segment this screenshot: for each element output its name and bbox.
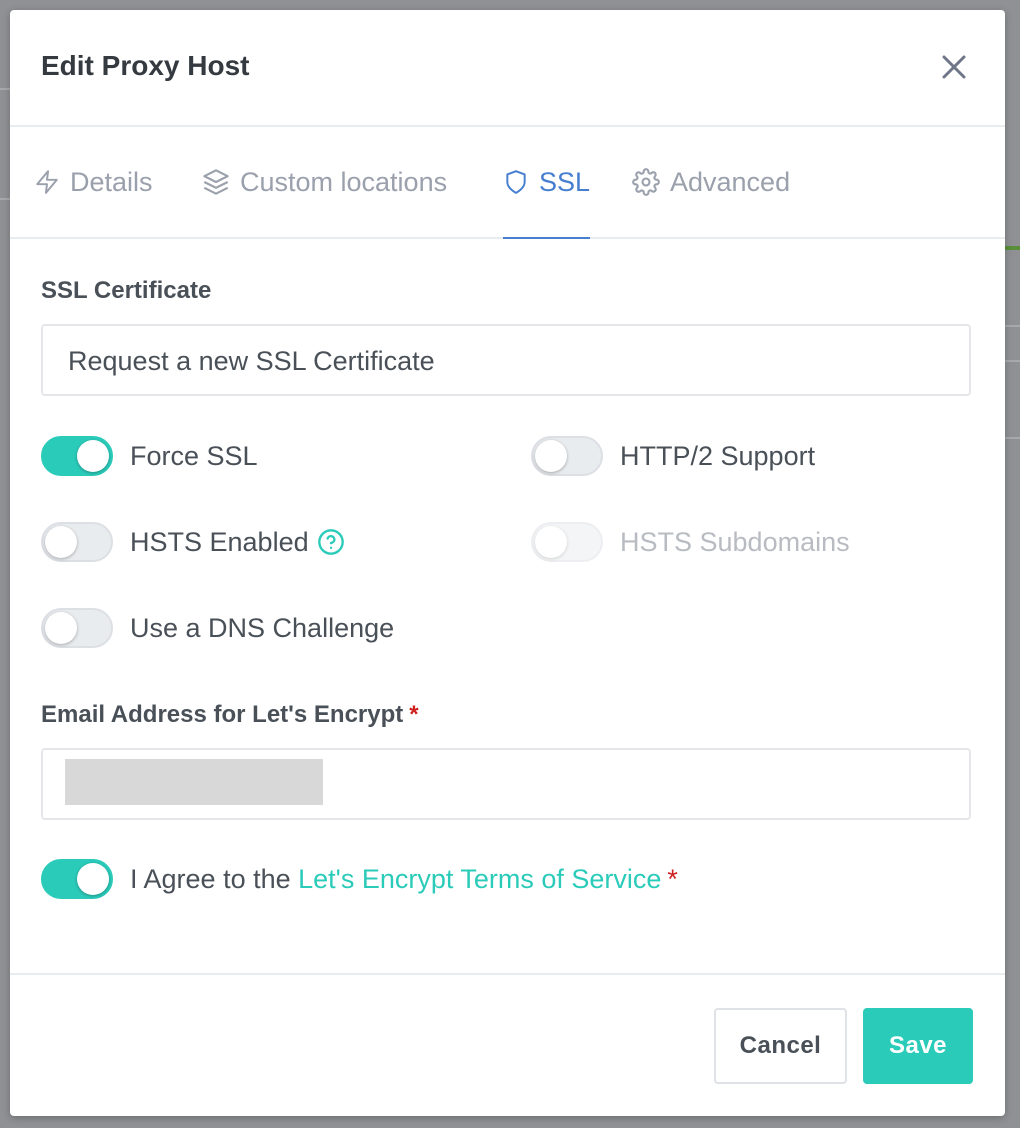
force-ssl-row: Force SSL xyxy=(41,436,258,476)
tab-label: Advanced xyxy=(670,166,791,197)
gear-icon xyxy=(632,168,660,196)
email-label: Email Address for Let's Encrypt xyxy=(41,701,404,728)
email-field[interactable] xyxy=(41,748,971,820)
hsts-subdomains-toggle xyxy=(531,522,603,562)
toggle-knob xyxy=(45,612,77,644)
email-label-row: Email Address for Let's Encrypt * xyxy=(41,701,419,729)
tos-link[interactable]: Let's Encrypt Terms of Service xyxy=(298,864,661,894)
toggle-knob xyxy=(45,526,77,558)
hsts-subdomains-row: HSTS Subdomains xyxy=(531,522,850,562)
ssl-certificate-label: SSL Certificate xyxy=(41,277,212,304)
force-ssl-toggle[interactable] xyxy=(41,436,113,476)
tab-label: Custom locations xyxy=(240,166,448,197)
toggle-knob xyxy=(77,440,109,472)
shield-icon xyxy=(506,170,526,194)
http2-support-label: HTTP/2 Support xyxy=(620,440,816,471)
modal-footer: Cancel Save xyxy=(10,973,1005,1116)
tab-ssl[interactable]: SSL xyxy=(503,127,591,239)
dns-challenge-row: Use a DNS Challenge xyxy=(41,608,394,648)
required-marker: * xyxy=(667,863,678,894)
tab-label: SSL xyxy=(539,166,591,197)
close-button[interactable] xyxy=(939,52,969,82)
tab-bar: Details Custom locations SSL Advanced xyxy=(10,127,1005,239)
background-divider xyxy=(1005,437,1020,439)
tab-label: Details xyxy=(70,166,153,197)
ssl-certificate-select[interactable]: Request a new SSL Certificate xyxy=(41,324,971,396)
modal-title: Edit Proxy Host xyxy=(41,50,250,81)
ssl-certificate-value: Request a new SSL Certificate xyxy=(68,346,435,376)
http2-support-toggle[interactable] xyxy=(531,436,603,476)
required-marker: * xyxy=(409,701,419,728)
redacted-email-value xyxy=(65,759,323,805)
layers-icon xyxy=(203,169,229,195)
hsts-enabled-toggle[interactable] xyxy=(41,522,113,562)
tab-details[interactable]: Details xyxy=(34,127,153,237)
modal-header: Edit Proxy Host xyxy=(10,10,1005,127)
agree-tos-toggle[interactable] xyxy=(41,859,113,899)
force-ssl-label: Force SSL xyxy=(130,440,258,471)
agree-prefix: I Agree to the xyxy=(130,863,299,894)
toggle-knob xyxy=(77,863,109,895)
hsts-enabled-label: HSTS Enabled xyxy=(130,526,309,557)
http2-row: HTTP/2 Support xyxy=(531,436,815,476)
background-divider xyxy=(1005,325,1020,327)
tab-custom-locations[interactable]: Custom locations xyxy=(202,127,447,237)
background-divider xyxy=(0,198,10,200)
agree-tos-label: I Agree to the Let's Encrypt Terms of Se… xyxy=(130,864,678,895)
dns-challenge-toggle[interactable] xyxy=(41,608,113,648)
cancel-button[interactable]: Cancel xyxy=(714,1008,847,1084)
help-circle-icon[interactable] xyxy=(317,528,345,556)
edit-proxy-host-modal: Edit Proxy Host Details Custom locations… xyxy=(10,10,1005,1116)
hsts-subdomains-label: HSTS Subdomains xyxy=(620,526,850,557)
save-button[interactable]: Save xyxy=(863,1008,973,1084)
agree-tos-row: I Agree to the Let's Encrypt Terms of Se… xyxy=(41,859,678,899)
close-icon xyxy=(942,55,966,79)
dns-challenge-label: Use a DNS Challenge xyxy=(130,612,395,643)
background-divider xyxy=(1005,360,1020,362)
toggle-knob xyxy=(535,440,567,472)
toggle-knob xyxy=(535,526,567,558)
hsts-row: HSTS Enabled xyxy=(41,522,345,562)
background-divider xyxy=(0,88,10,90)
tab-advanced[interactable]: Advanced xyxy=(632,127,790,237)
lightning-icon xyxy=(36,170,58,194)
